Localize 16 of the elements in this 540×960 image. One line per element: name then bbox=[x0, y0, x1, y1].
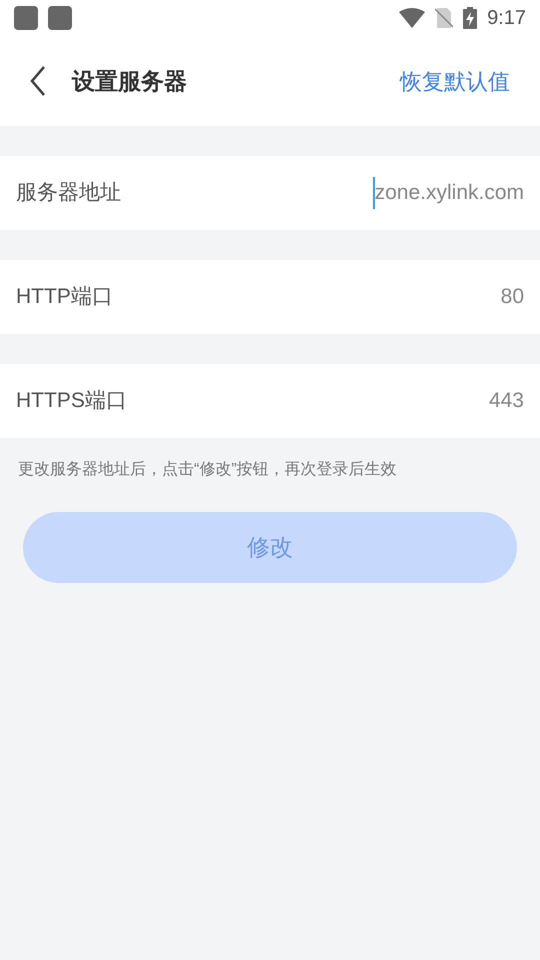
battery-charging-icon bbox=[463, 7, 478, 29]
field-label: 服务器地址 bbox=[16, 180, 121, 206]
restore-defaults-link[interactable]: 恢复默认值 bbox=[400, 64, 510, 98]
field-label: HTTPS端口 bbox=[16, 388, 127, 414]
hint-text: 更改服务器地址后，点击“修改”按钮，再次登录后生效 bbox=[17, 460, 398, 480]
wifi-icon bbox=[399, 8, 426, 28]
no-sim-icon bbox=[435, 8, 454, 28]
field-label: HTTP端口 bbox=[16, 284, 113, 310]
input-field[interactable]: zone.xylink.com bbox=[374, 177, 524, 209]
notification-icon bbox=[48, 6, 72, 30]
clock-time: 9:17 bbox=[487, 6, 526, 31]
back-icon[interactable] bbox=[30, 66, 46, 96]
input-field[interactable]: 443 bbox=[488, 385, 524, 417]
page-title: 设置服务器 bbox=[72, 66, 187, 96]
input-field[interactable]: 80 bbox=[500, 281, 524, 313]
notification-icon bbox=[14, 6, 38, 30]
